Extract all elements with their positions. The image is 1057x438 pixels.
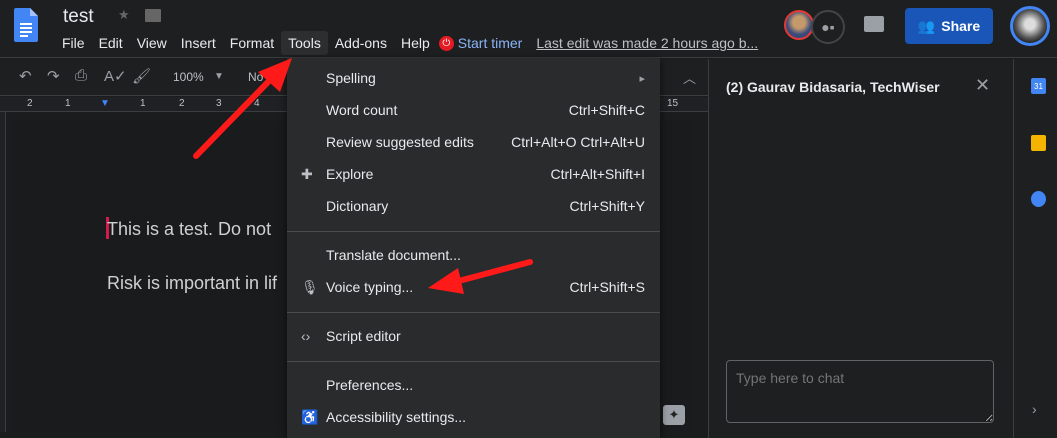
keep-icon[interactable]: [1031, 135, 1046, 151]
ruler-number: 1: [65, 98, 71, 109]
accessibility-icon: ♿: [301, 408, 319, 425]
code-icon: ‹›: [301, 328, 311, 344]
chat-people-icon[interactable]: ●▪: [811, 10, 845, 44]
menu-view[interactable]: View: [130, 31, 174, 55]
top-bar: test ★ File Edit View Insert Format Tool…: [0, 0, 1057, 58]
menu-addons[interactable]: Add-ons: [328, 31, 394, 55]
share-label: Share: [941, 18, 981, 34]
tasks-icon[interactable]: [1031, 191, 1046, 207]
menu-divider: [287, 312, 660, 313]
menu-file[interactable]: File: [55, 31, 92, 55]
menu-divider: [287, 361, 660, 362]
menu-item-shortcut: Ctrl+Shift+Y: [569, 198, 645, 214]
explore-button[interactable]: ✦: [663, 405, 685, 425]
style-select[interactable]: No: [248, 70, 263, 84]
menu-item-label: Dictionary: [326, 198, 389, 214]
chat-input[interactable]: [726, 360, 994, 423]
menu-item-explore[interactable]: ✚ Explore Ctrl+Alt+Shift+I: [287, 159, 660, 189]
print-icon[interactable]: ⎙: [75, 67, 87, 84]
menu-item-word-count[interactable]: Word count Ctrl+Shift+C: [287, 95, 660, 125]
people-icon: 👥: [917, 17, 936, 34]
document-line[interactable]: Risk is important in lif: [107, 273, 277, 294]
share-button[interactable]: 👥 Share: [905, 8, 993, 44]
menu-tools[interactable]: Tools: [281, 31, 328, 55]
indent-marker-icon[interactable]: ▼: [100, 98, 110, 109]
undo-icon[interactable]: ↶: [19, 67, 32, 85]
ruler-number: 1: [140, 98, 146, 109]
calendar-icon[interactable]: 31: [1031, 78, 1046, 94]
ruler-number: 3: [216, 98, 222, 109]
spellcheck-icon[interactable]: A✓: [104, 67, 127, 85]
menu-item-shortcut: Ctrl+Alt+Shift+I: [550, 166, 645, 182]
document-title[interactable]: test: [63, 6, 94, 28]
menu-item-label: Spelling: [326, 70, 376, 86]
menu-item-label: Review suggested edits: [326, 134, 474, 150]
menu-item-voice-typing[interactable]: 🎙 Voice typing... Ctrl+Shift+S: [287, 272, 660, 302]
folder-icon[interactable]: [145, 9, 161, 22]
menu-item-review-suggested-edits[interactable]: Review suggested edits Ctrl+Alt+O Ctrl+Al…: [287, 127, 660, 157]
menu-item-label: Script editor: [326, 328, 401, 344]
menu-item-script-editor[interactable]: ‹› Script editor: [287, 321, 660, 351]
menu-format[interactable]: Format: [223, 31, 281, 55]
menu-bar: File Edit View Insert Format Tools Add-o…: [55, 31, 758, 55]
chat-title: (2) Gaurav Bidasaria, TechWiser: [726, 79, 940, 95]
chevron-down-icon[interactable]: ▼: [214, 71, 224, 82]
zoom-select[interactable]: 100%: [173, 70, 204, 84]
redo-icon[interactable]: ↷: [47, 67, 60, 85]
menu-help[interactable]: Help: [394, 31, 437, 55]
comment-history-icon[interactable]: [864, 16, 884, 32]
menu-edit[interactable]: Edit: [92, 31, 130, 55]
ruler-number: 4: [254, 98, 260, 109]
menu-item-dictionary[interactable]: Dictionary Ctrl+Shift+Y: [287, 191, 660, 221]
collapse-menu-icon[interactable]: ︿: [683, 68, 696, 87]
tools-menu: Spelling ▸ Word count Ctrl+Shift+C Review …: [287, 58, 660, 438]
menu-item-shortcut: Ctrl+Alt+O Ctrl+Alt+U: [511, 134, 645, 150]
menu-item-label: Word count: [326, 102, 398, 118]
explore-icon: ✚: [301, 165, 313, 182]
account-avatar[interactable]: [1010, 6, 1050, 46]
star-icon[interactable]: ★: [118, 7, 130, 23]
last-edit-link[interactable]: Last edit was made 2 hours ago b...: [536, 35, 758, 51]
menu-item-label: Translate document...: [326, 247, 461, 263]
start-timer-button[interactable]: ⏻ Start timer: [438, 35, 523, 51]
menu-item-label: Explore: [326, 166, 374, 182]
menu-item-shortcut: Ctrl+Shift+S: [569, 279, 645, 295]
menu-item-translate-document[interactable]: Translate document...: [287, 240, 660, 270]
ruler-number: 2: [27, 98, 33, 109]
collaborator-avatar[interactable]: [784, 10, 814, 40]
menu-item-preferences[interactable]: Preferences...: [287, 370, 660, 400]
start-timer-label: Start timer: [457, 35, 523, 51]
vertical-ruler[interactable]: [0, 112, 6, 432]
power-icon: ⏻: [438, 35, 454, 51]
ruler-number: 15: [667, 98, 679, 109]
microphone-icon: 🎙: [301, 278, 319, 295]
menu-item-label: Voice typing...: [326, 279, 414, 295]
menu-item-accessibility-settings[interactable]: ♿ Accessibility settings...: [287, 402, 660, 432]
chevron-right-icon[interactable]: ›: [1032, 401, 1037, 417]
side-panel: 31 ›: [1013, 59, 1057, 438]
paint-format-icon[interactable]: 🖌: [132, 67, 151, 85]
menu-insert[interactable]: Insert: [174, 31, 223, 55]
submenu-arrow-icon: ▸: [639, 72, 645, 85]
menu-item-label: Preferences...: [326, 377, 414, 393]
docs-logo-icon[interactable]: [14, 8, 38, 42]
ruler-number: 2: [179, 98, 185, 109]
menu-divider: [287, 231, 660, 232]
chat-panel: (2) Gaurav Bidasaria, TechWiser ✕: [708, 59, 1013, 438]
menu-item-shortcut: Ctrl+Shift+C: [568, 102, 645, 118]
menu-item-label: Accessibility settings...: [326, 409, 467, 425]
menu-item-spelling[interactable]: Spelling ▸: [287, 63, 660, 93]
document-line[interactable]: This is a test. Do not: [107, 219, 271, 240]
close-icon[interactable]: ✕: [975, 75, 990, 96]
